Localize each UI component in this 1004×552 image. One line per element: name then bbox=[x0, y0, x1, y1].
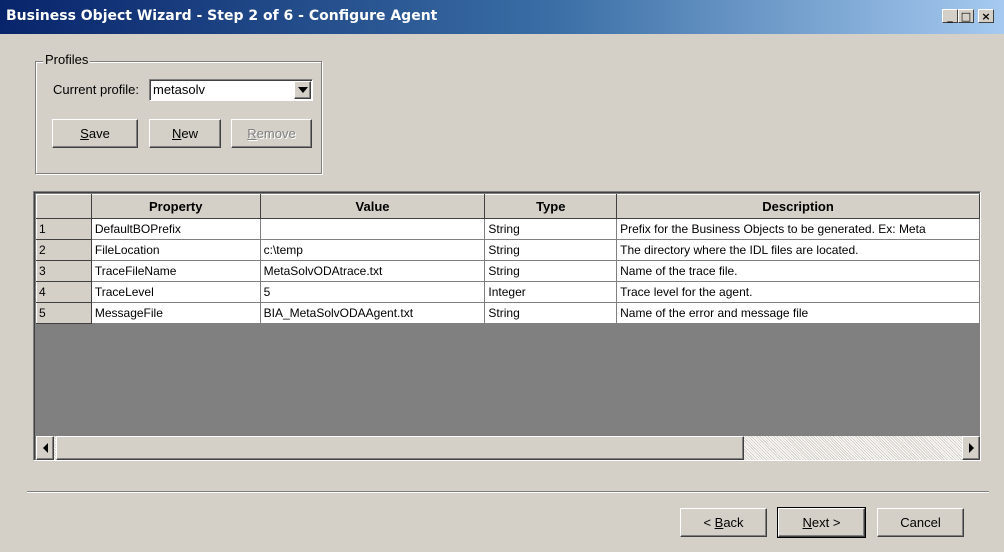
remove-mnemonic: R bbox=[247, 126, 257, 141]
back-mnemonic: B bbox=[714, 515, 724, 530]
column-header-rownum[interactable] bbox=[36, 194, 92, 219]
minimize-icon: _ bbox=[947, 9, 953, 23]
row-number[interactable]: 2 bbox=[36, 239, 92, 261]
column-header-type[interactable]: Type bbox=[484, 194, 618, 219]
property-cell[interactable]: TraceFileName bbox=[90, 260, 261, 282]
type-cell[interactable]: String bbox=[484, 239, 618, 261]
next-button[interactable]: Next > bbox=[777, 507, 866, 538]
cancel-button[interactable]: Cancel bbox=[877, 508, 964, 537]
type-cell[interactable]: String bbox=[484, 302, 618, 324]
table-row[interactable]: 4 TraceLevel 5 Integer Trace level for t… bbox=[36, 281, 980, 303]
footer-separator bbox=[27, 491, 989, 493]
property-cell[interactable]: TraceLevel bbox=[90, 281, 261, 303]
cancel-label: Cancel bbox=[900, 515, 941, 530]
title-bar: Business Object Wizard - Step 2 of 6 - C… bbox=[0, 0, 1004, 34]
back-button[interactable]: < Back bbox=[680, 508, 767, 537]
property-cell[interactable]: FileLocation bbox=[90, 239, 261, 261]
description-cell[interactable]: The directory where the IDL files are lo… bbox=[616, 239, 980, 261]
arrow-left-icon bbox=[42, 443, 48, 453]
property-cell[interactable]: MessageFile bbox=[90, 302, 261, 324]
description-cell[interactable]: Trace level for the agent. bbox=[616, 281, 980, 303]
type-cell[interactable]: String bbox=[484, 218, 618, 240]
arrow-right-icon bbox=[968, 443, 974, 453]
value-cell[interactable]: c:\temp bbox=[259, 239, 486, 261]
row-number[interactable]: 3 bbox=[36, 260, 92, 282]
scroll-thumb[interactable] bbox=[56, 436, 744, 460]
profiles-group bbox=[35, 61, 322, 174]
current-profile-value: metasolv bbox=[153, 82, 206, 97]
save-button[interactable]: Save bbox=[52, 119, 138, 148]
column-header-value[interactable]: Value bbox=[259, 194, 486, 219]
row-number[interactable]: 5 bbox=[36, 302, 92, 324]
horizontal-scrollbar[interactable] bbox=[36, 436, 980, 460]
table-row[interactable]: 3 TraceFileName MetaSolvODAtrace.txt Str… bbox=[36, 260, 980, 282]
type-cell[interactable]: Integer bbox=[484, 281, 618, 303]
property-cell[interactable]: DefaultBOPrefix bbox=[90, 218, 261, 240]
next-mnemonic: N bbox=[802, 515, 812, 530]
property-table: Property Value Type Description 1 Defaul… bbox=[36, 194, 980, 324]
description-cell[interactable]: Name of the error and message file bbox=[616, 302, 980, 324]
close-icon: × bbox=[981, 9, 991, 23]
current-profile-select[interactable]: metasolv bbox=[149, 79, 313, 101]
maximize-button[interactable]: □ bbox=[958, 9, 974, 23]
new-mnemonic: N bbox=[171, 126, 182, 141]
scroll-left-button[interactable] bbox=[36, 436, 54, 460]
close-button[interactable]: × bbox=[978, 9, 994, 23]
next-label: ext > bbox=[811, 515, 841, 530]
column-header-property[interactable]: Property bbox=[90, 194, 261, 219]
save-mnemonic: S bbox=[80, 126, 89, 141]
value-cell[interactable]: 5 bbox=[259, 281, 486, 303]
profiles-group-label: Profiles bbox=[43, 52, 91, 67]
row-number[interactable]: 4 bbox=[36, 281, 92, 303]
dropdown-button[interactable] bbox=[294, 81, 311, 99]
scroll-right-button[interactable] bbox=[962, 436, 980, 460]
remove-label: emove bbox=[256, 126, 296, 141]
current-profile-label: Current profile: bbox=[53, 82, 139, 97]
maximize-icon: □ bbox=[960, 9, 972, 23]
save-label: ave bbox=[88, 126, 110, 141]
new-button[interactable]: New bbox=[149, 119, 221, 148]
type-cell[interactable]: String bbox=[484, 260, 618, 282]
row-number[interactable]: 1 bbox=[36, 218, 92, 240]
description-cell[interactable]: Prefix for the Business Objects to be ge… bbox=[616, 218, 980, 240]
remove-button[interactable]: Remove bbox=[231, 119, 312, 148]
back-prefix: < bbox=[703, 515, 715, 530]
value-cell[interactable]: MetaSolvODAtrace.txt bbox=[259, 260, 486, 282]
property-grid: Property Value Type Description 1 Defaul… bbox=[33, 191, 981, 461]
new-label: ew bbox=[181, 126, 198, 141]
table-row[interactable]: 1 DefaultBOPrefix String Prefix for the … bbox=[36, 218, 980, 240]
table-row[interactable]: 5 MessageFile BIA_MetaSolvODAAgent.txt S… bbox=[36, 302, 980, 324]
window-title: Business Object Wizard - Step 2 of 6 - C… bbox=[6, 8, 438, 24]
table-row[interactable]: 2 FileLocation c:\temp String The direct… bbox=[36, 239, 980, 261]
back-label: ack bbox=[723, 515, 744, 530]
chevron-down-icon bbox=[297, 87, 308, 93]
value-cell[interactable]: BIA_MetaSolvODAAgent.txt bbox=[259, 302, 486, 324]
value-cell[interactable] bbox=[259, 218, 486, 240]
minimize-button[interactable]: _ bbox=[942, 9, 958, 23]
header-row: Property Value Type Description bbox=[36, 194, 980, 219]
description-cell[interactable]: Name of the trace file. bbox=[616, 260, 980, 282]
column-header-description[interactable]: Description bbox=[616, 194, 980, 219]
